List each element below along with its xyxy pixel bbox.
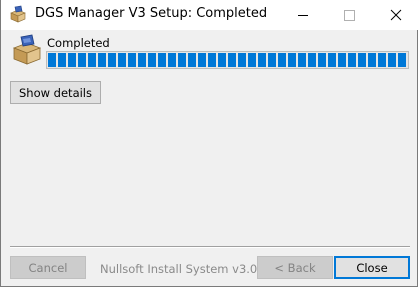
back-button[interactable]: < Back [257,256,333,279]
maximize-button[interactable] [326,0,372,30]
close-button[interactable]: Close [334,256,410,279]
cancel-button[interactable]: Cancel [10,256,86,279]
progress-bar [46,51,409,69]
close-window-button[interactable] [373,0,418,30]
close-icon [390,9,402,21]
installer-box-icon [10,5,26,23]
footer-separator [10,246,410,248]
title-bar[interactable]: DGS Manager V3 Setup: Completed [1,0,418,30]
progress-fill [48,53,407,67]
installer-box-icon [12,34,42,65]
branding-text: Nullsoft Install System v3.03 [100,262,265,276]
installer-window: DGS Manager V3 Setup: Completed Complete… [0,0,418,287]
window-title: DGS Manager V3 Setup: Completed [35,6,268,21]
status-label: Completed [47,36,110,50]
minimize-button[interactable] [280,0,326,30]
show-details-button[interactable]: Show details [10,81,101,104]
